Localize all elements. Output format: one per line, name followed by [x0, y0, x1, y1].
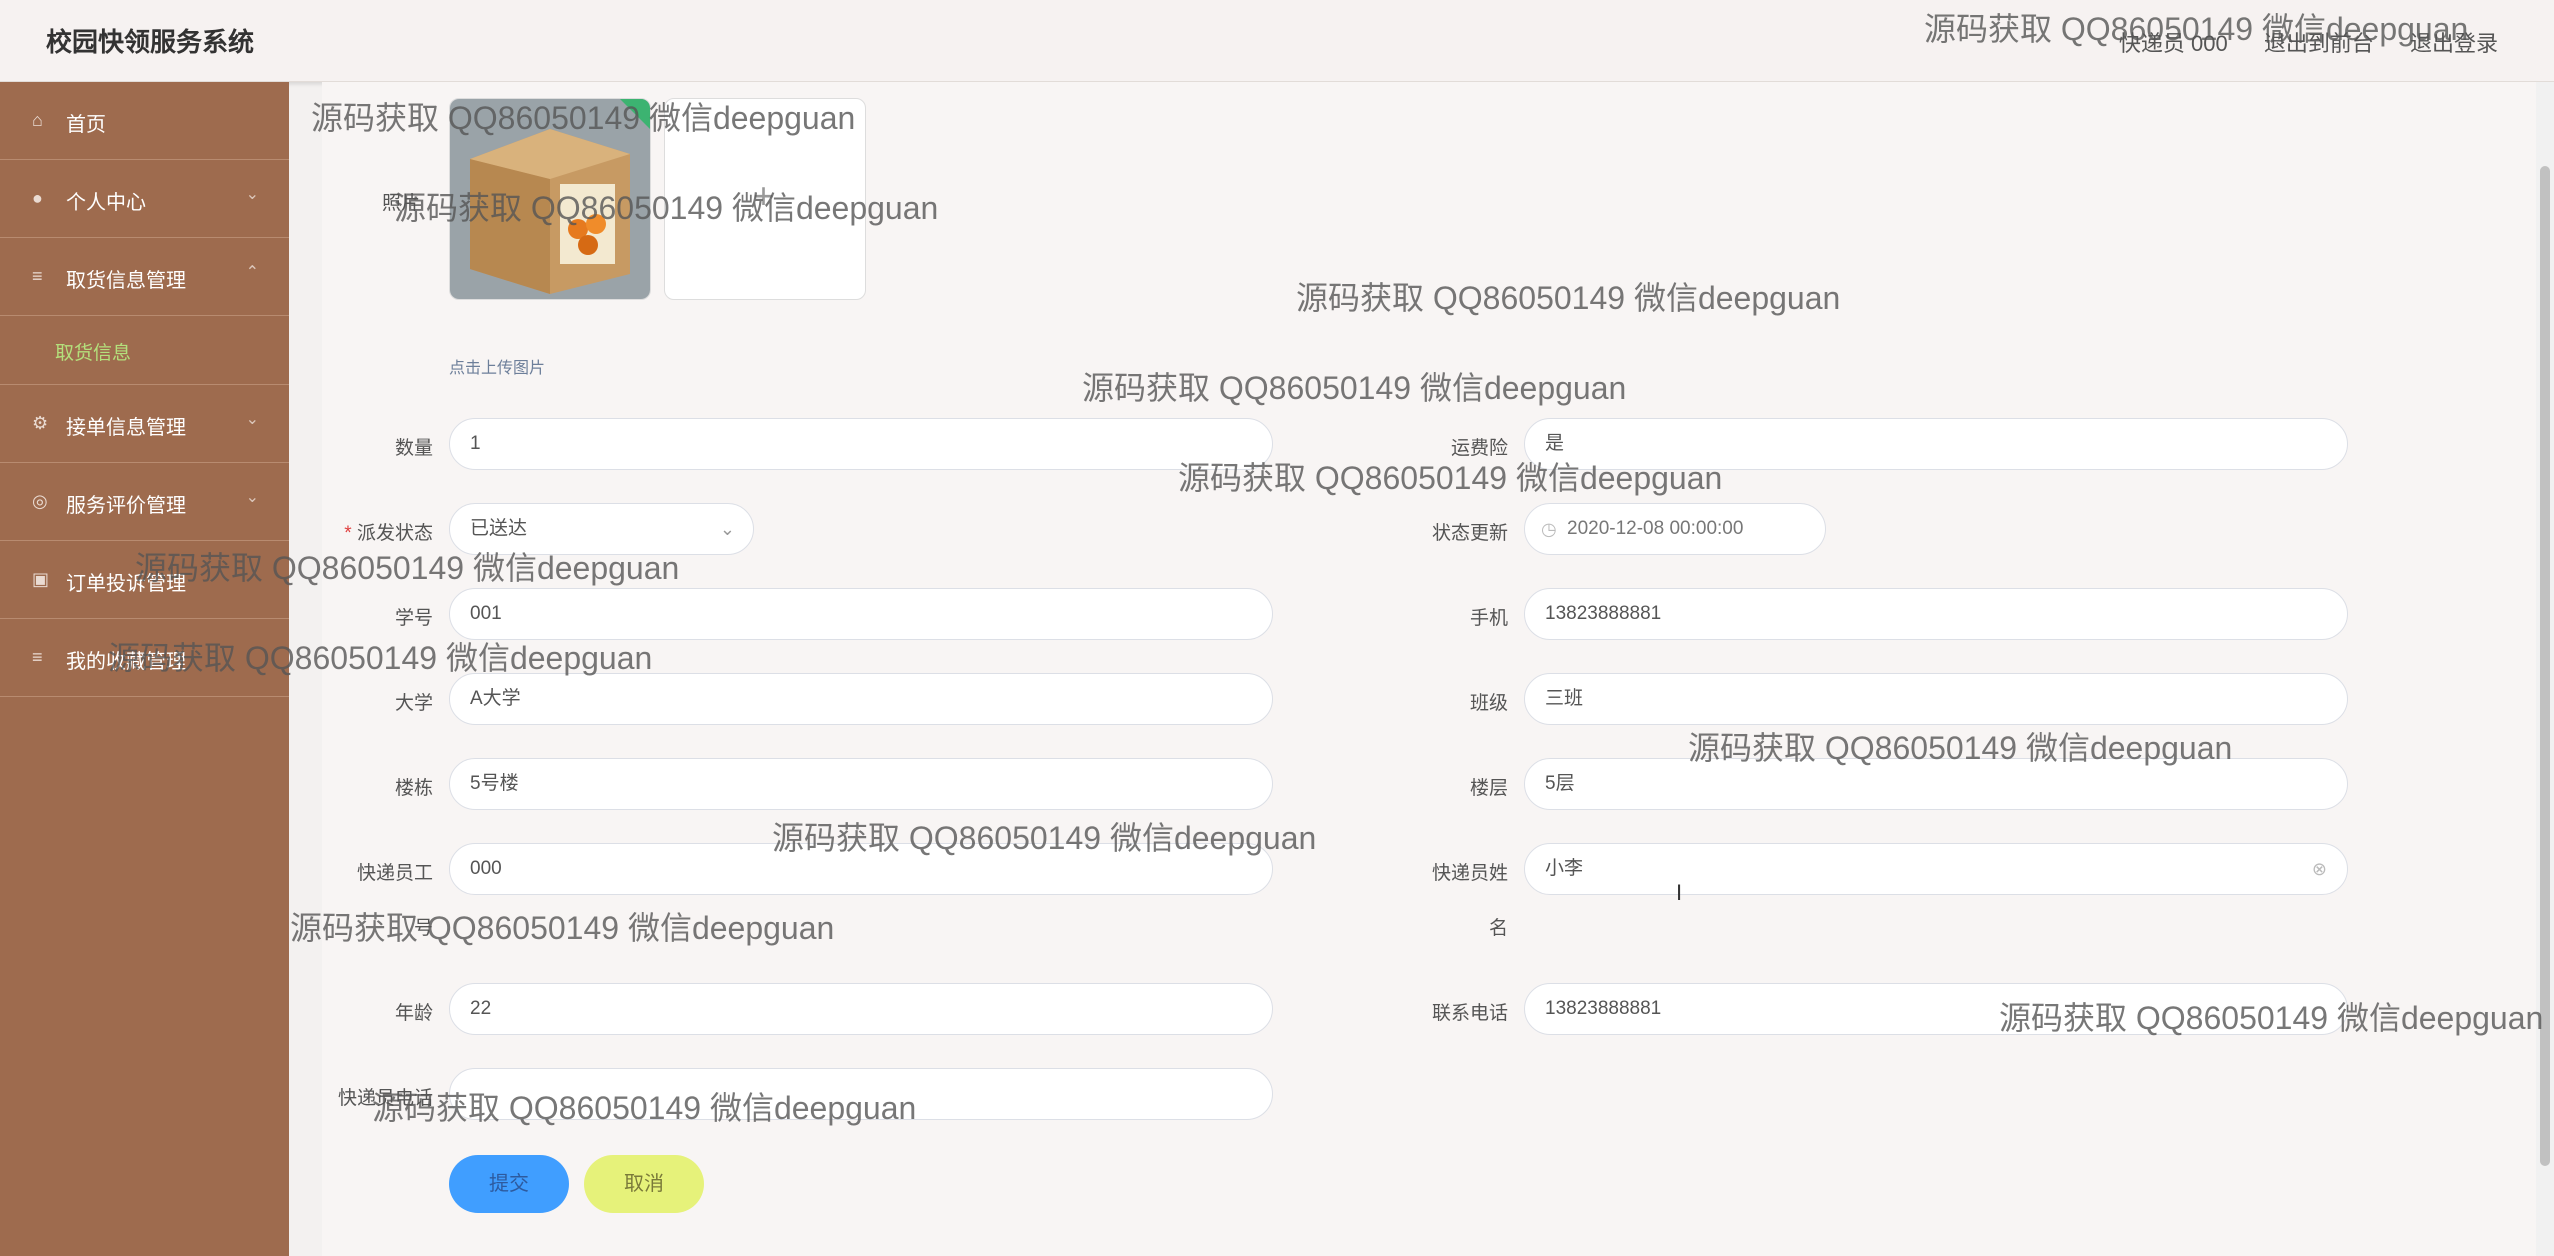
- sidebar-item-label: 个人中心: [66, 192, 146, 214]
- sidebar-item-label: 订单投诉管理: [66, 573, 186, 595]
- chevron-down-icon: ⌄: [719, 519, 735, 539]
- quantity-label: 数量: [394, 438, 433, 459]
- clock-icon: ◷: [1541, 519, 1557, 539]
- sidebar-item-service-review[interactable]: ◎ 服务评价管理 ⌄: [0, 463, 289, 541]
- contact-phone-input[interactable]: 13823888881: [1524, 983, 2348, 1035]
- student-no-input[interactable]: 001: [449, 588, 1273, 640]
- sidebar-item-label: 取货信息管理: [66, 270, 186, 292]
- class-input[interactable]: 三班: [1524, 673, 2348, 725]
- list-icon: ≡: [32, 266, 43, 286]
- contact-phone-label: 联系电话: [1431, 1003, 1508, 1024]
- sidebar-item-complaint-management[interactable]: ▣ 订单投诉管理: [0, 541, 289, 619]
- courier-name-value: 小李: [1545, 858, 1584, 879]
- sidebar-item-home[interactable]: ⌂ 首页: [0, 82, 289, 160]
- sidebar-item-label: 我的收藏管理: [66, 651, 186, 673]
- building-input[interactable]: 5号楼: [449, 758, 1273, 810]
- header-actions: 快递员 000 退出到前台 退出登录: [2089, 26, 2498, 58]
- sidebar-item-label: 首页: [66, 114, 106, 136]
- chevron-down-icon: ⌄: [245, 411, 259, 428]
- floor-label: 楼层: [1469, 778, 1508, 799]
- courier-no-input[interactable]: 000: [449, 843, 1273, 895]
- scrollbar-thumb[interactable]: [2540, 166, 2550, 1166]
- sidebar-item-pickup-management[interactable]: ≡ 取货信息管理 ⌃: [0, 238, 289, 316]
- gear-icon: ⚙: [32, 413, 49, 433]
- upload-tip: 点击上传图片: [449, 360, 546, 377]
- upload-box[interactable]: +: [664, 98, 866, 300]
- courier-phone-label: 快递员电话: [337, 1088, 433, 1109]
- status-update-datetime[interactable]: ◷ 2020-12-08 00:00:00: [1524, 503, 1826, 555]
- status-update-label: 状态更新: [1431, 523, 1508, 544]
- building-label: 楼栋: [394, 778, 433, 799]
- sidebar-item-favorites[interactable]: ≡ 我的收藏管理: [0, 619, 289, 697]
- floor-input[interactable]: 5层: [1524, 758, 2348, 810]
- freight-insurance-input[interactable]: 是: [1524, 418, 2348, 470]
- sidebar: ⌂ 首页 ● 个人中心 ⌄ ≡ 取货信息管理 ⌃ 取货信息 ⚙ 接单信息管理 ⌄…: [0, 82, 289, 1256]
- university-label: 大学: [394, 693, 433, 714]
- university-input[interactable]: A大学: [449, 673, 1273, 725]
- photo-thumbnail[interactable]: [449, 98, 651, 300]
- list-icon: ≡: [32, 647, 43, 667]
- sidebar-item-personal-center[interactable]: ● 个人中心 ⌄: [0, 160, 289, 238]
- class-label: 班级: [1469, 693, 1508, 714]
- sidebar-subitem-pickup-info[interactable]: 取货信息: [0, 316, 289, 385]
- quantity-input[interactable]: 1: [449, 418, 1273, 470]
- app-title: 校园快领服务系统: [46, 27, 255, 57]
- courier-phone-input[interactable]: [449, 1068, 1273, 1120]
- status-label-text: 派发状态: [356, 523, 433, 544]
- student-no-label: 学号: [394, 608, 433, 629]
- submit-button[interactable]: 提交: [449, 1155, 569, 1213]
- text-cursor-icon: I: [1676, 880, 1683, 905]
- clear-icon[interactable]: ⊗: [2312, 844, 2327, 894]
- sidebar-item-label: 取货信息: [55, 343, 132, 364]
- status-label: * 派发状态: [313, 518, 433, 545]
- required-mark: *: [344, 523, 352, 544]
- phone-input[interactable]: 13823888881: [1524, 588, 2348, 640]
- chevron-up-icon: ⌃: [245, 264, 259, 281]
- home-icon: ⌂: [32, 110, 43, 130]
- photo-label: 照片: [381, 193, 420, 214]
- courier-name-label-line2: 名: [1488, 918, 1508, 939]
- status-select[interactable]: 已送达 ⌄: [449, 503, 754, 555]
- phone-label: 手机: [1469, 608, 1508, 629]
- courier-no-label-line2: 号: [413, 918, 433, 939]
- compass-icon: ◎: [32, 491, 48, 511]
- plus-icon: +: [753, 175, 775, 216]
- logout-link[interactable]: 退出登录: [2410, 31, 2498, 56]
- cancel-button[interactable]: 取消: [584, 1155, 704, 1213]
- cart-icon: ▣: [32, 569, 50, 589]
- chevron-down-icon: ⌄: [245, 489, 259, 506]
- sidebar-item-order-accept-management[interactable]: ⚙ 接单信息管理 ⌄: [0, 385, 289, 463]
- package-image: [450, 99, 650, 299]
- courier-name-label: 快递员姓: [1431, 863, 1508, 884]
- top-header: 校园快领服务系统 快递员 000 退出到前台 退出登录: [0, 0, 2554, 82]
- sidebar-item-label: 接单信息管理: [66, 417, 186, 439]
- age-input[interactable]: 22: [449, 983, 1273, 1035]
- front-link[interactable]: 退出到前台: [2264, 31, 2374, 56]
- courier-no-label: 快递员工: [356, 863, 433, 884]
- status-update-value: 2020-12-08 00:00:00: [1567, 518, 1744, 539]
- freight-insurance-label: 运费险: [1450, 438, 1508, 459]
- sidebar-item-label: 服务评价管理: [66, 495, 186, 517]
- user-icon: ●: [32, 188, 43, 208]
- chevron-down-icon: ⌄: [245, 186, 259, 203]
- page-scrollbar[interactable]: [2536, 82, 2554, 1256]
- age-label: 年龄: [394, 1003, 433, 1024]
- current-user: 快递员 000: [2118, 31, 2228, 56]
- status-select-value: 已送达: [470, 518, 528, 539]
- courier-name-input[interactable]: 小李 ⊗: [1524, 843, 2348, 895]
